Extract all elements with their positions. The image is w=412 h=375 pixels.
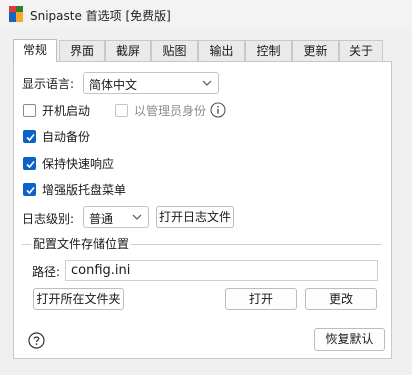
startup-label: 开机启动: [42, 104, 91, 118]
keep-responsive-checkbox[interactable]: [23, 157, 36, 170]
tab-about[interactable]: 关于: [339, 40, 383, 61]
checkmark-icon: [26, 186, 35, 195]
window-title: Snipaste 首选项 [免费版]: [30, 9, 171, 23]
run-as-admin-label: 以管理员身份: [134, 104, 207, 118]
restore-defaults-button[interactable]: 恢复默认: [314, 328, 385, 351]
info-icon[interactable]: [210, 102, 226, 118]
snipaste-logo-icon: [9, 6, 23, 22]
config-path-field[interactable]: config.ini: [65, 260, 378, 281]
auto-backup-checkbox[interactable]: [23, 130, 36, 143]
log-level-label: 日志级别:: [22, 212, 75, 226]
tab-general[interactable]: 常规: [13, 39, 57, 62]
tab-paste[interactable]: 贴图: [151, 40, 198, 61]
startup-checkbox[interactable]: [23, 104, 36, 117]
open-log-button[interactable]: 打开日志文件: [156, 206, 234, 228]
general-panel: 显示语言: 简体中文 开机启动 以管理员身份 自动备份 保持快速响应 增强版托盘…: [13, 61, 392, 359]
chevron-down-icon: [202, 80, 212, 86]
config-path-value: config.ini: [71, 263, 131, 278]
chevron-down-icon: [132, 214, 142, 220]
tab-output[interactable]: 输出: [198, 40, 245, 61]
change-config-button[interactable]: 更改: [305, 288, 377, 310]
log-level-value: 普通: [89, 212, 114, 226]
tab-update[interactable]: 更新: [292, 40, 339, 61]
keep-responsive-label: 保持快速响应: [42, 157, 115, 171]
config-group-title: 配置文件存储位置: [31, 235, 132, 252]
language-select[interactable]: 简体中文: [83, 72, 219, 94]
enhanced-tray-label: 增强版托盘菜单: [42, 183, 127, 197]
auto-backup-label: 自动备份: [42, 130, 91, 144]
language-value: 简体中文: [89, 78, 138, 92]
tab-capture[interactable]: 截屏: [105, 40, 151, 61]
title-bar: Snipaste 首选项 [免费版]: [0, 0, 412, 30]
enhanced-tray-checkbox[interactable]: [23, 183, 36, 196]
open-config-button[interactable]: 打开: [225, 288, 297, 310]
help-icon[interactable]: [28, 332, 45, 349]
language-label: 显示语言:: [22, 77, 75, 91]
tab-control[interactable]: 控制: [245, 40, 292, 61]
path-label: 路径:: [32, 265, 61, 279]
tab-interface[interactable]: 界面: [59, 40, 105, 61]
checkmark-icon: [26, 133, 35, 142]
run-as-admin-checkbox[interactable]: [115, 104, 128, 117]
log-level-select[interactable]: 普通: [83, 206, 149, 228]
checkmark-icon: [26, 160, 35, 169]
open-folder-button[interactable]: 打开所在文件夹: [33, 288, 124, 310]
